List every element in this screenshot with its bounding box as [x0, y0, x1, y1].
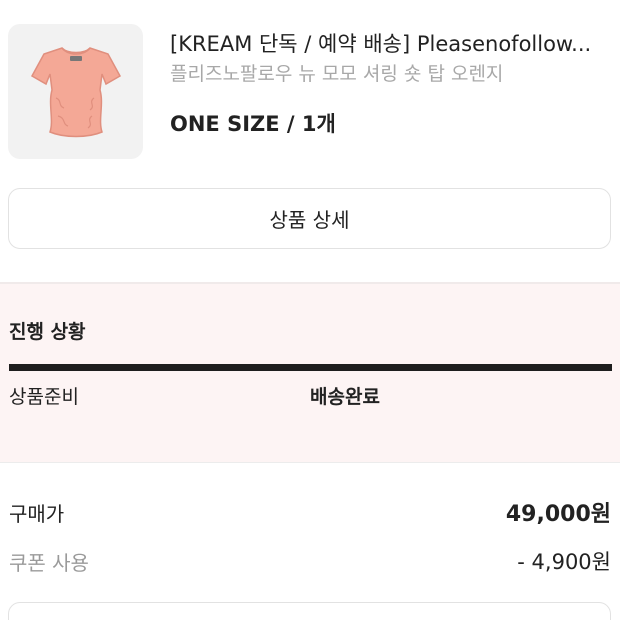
progress-section: 진행 상황 상품준비 배송완료 [0, 284, 620, 462]
progress-step-preparing: 상품준비 [9, 386, 79, 408]
coupon-value: - 4,900원 [517, 550, 611, 574]
product-thumbnail[interactable] [8, 24, 143, 159]
price-row: 구매가 49,000원 [9, 495, 611, 529]
product-option: ONE SIZE / 1개 [170, 112, 336, 136]
price-label: 구매가 [9, 501, 65, 526]
section-divider [0, 462, 620, 463]
product-info: [KREAM 단독 / 예약 배송] Pleasenofollow... 플리즈… [170, 28, 612, 140]
product-subtitle: 플리즈노팔로우 뉴 모모 셔링 숏 탑 오렌지 [170, 63, 504, 85]
product-detail-button[interactable]: 상품 상세 [8, 188, 611, 249]
coupon-label: 쿠폰 사용 [9, 550, 89, 575]
shirt-icon [30, 46, 121, 137]
next-card[interactable] [8, 602, 611, 620]
progress-bar [9, 364, 612, 371]
order-item[interactable]: [KREAM 단독 / 예약 배송] Pleasenofollow... 플리즈… [8, 24, 612, 160]
coupon-row: 쿠폰 사용 - 4,900원 [9, 544, 611, 578]
product-title: [KREAM 단독 / 예약 배송] Pleasenofollow... [170, 32, 592, 56]
progress-step-delivered: 배송완료 [310, 386, 380, 408]
price-value: 49,000원 [505, 502, 611, 527]
progress-title: 진행 상황 [9, 321, 86, 343]
